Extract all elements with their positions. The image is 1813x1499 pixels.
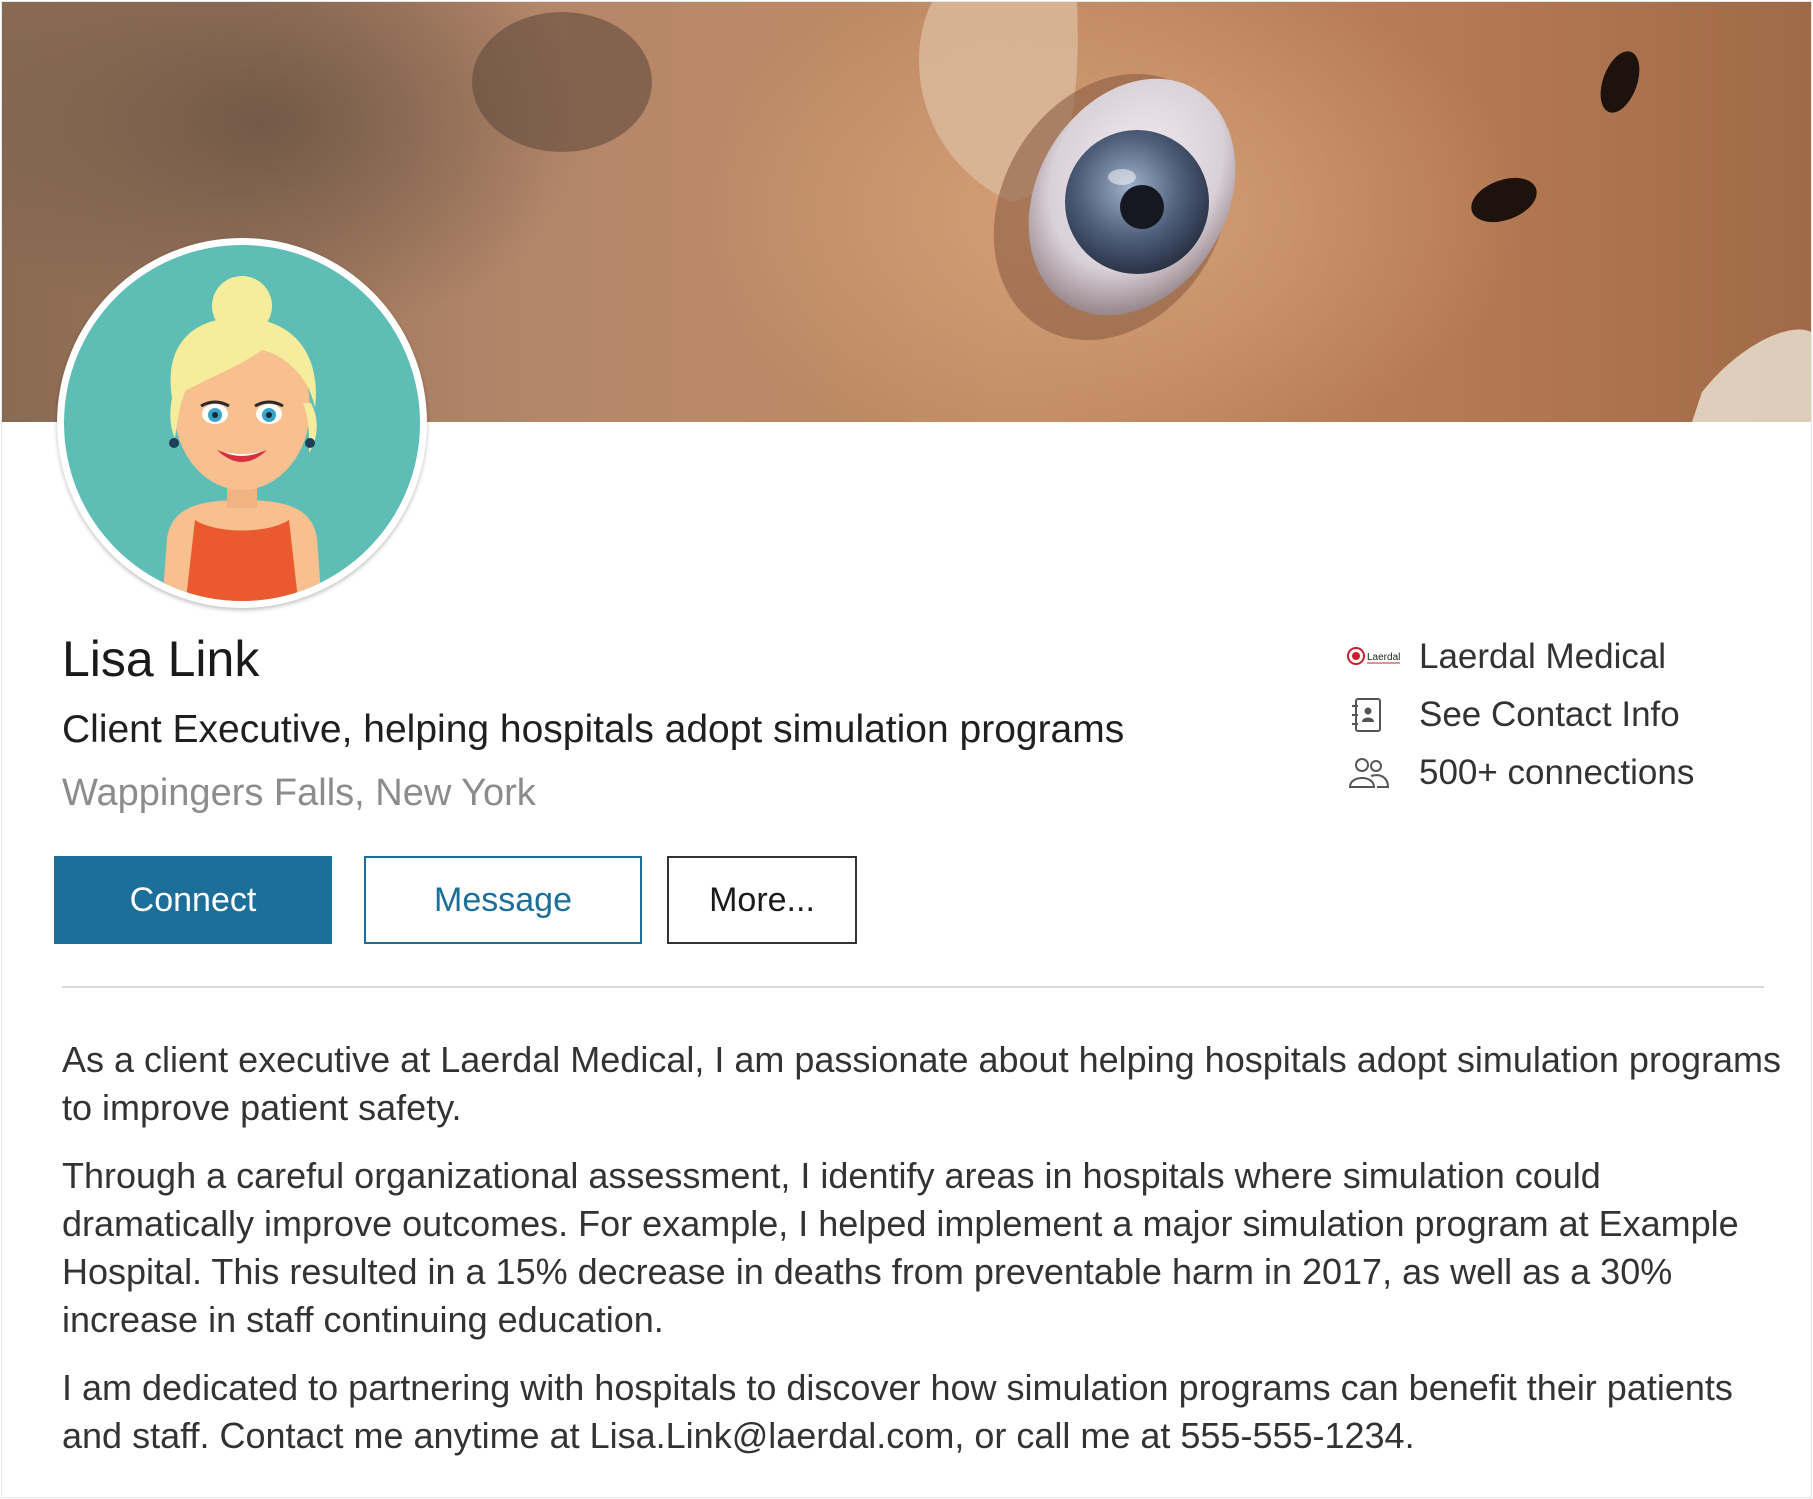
about-paragraph: I am dedicated to partnering with hospit…: [62, 1367, 1733, 1456]
company-name[interactable]: Laerdal Medical: [1419, 637, 1666, 677]
message-button[interactable]: Message: [364, 856, 642, 944]
people-icon: [1347, 750, 1409, 796]
profile-headline: Client Executive, helping hospitals adop…: [62, 708, 1125, 751]
company-link[interactable]: Laerdal Laerdal Medical: [1347, 632, 1666, 682]
profile-name: Lisa Link: [62, 631, 260, 687]
laerdal-logo-text: Laerdal: [1367, 652, 1400, 663]
connections-count[interactable]: 500+ connections: [1419, 753, 1694, 793]
contact-info-link[interactable]: See Contact Info: [1347, 690, 1680, 740]
avatar[interactable]: [57, 238, 427, 608]
connections-link[interactable]: 500+ connections: [1347, 748, 1694, 798]
section-divider: [62, 986, 1764, 988]
about-section: As a client executive at Laerdal Medical…: [62, 1036, 1782, 1480]
profile-card: Lisa Link Client Executive, helping hosp…: [2, 2, 1811, 1497]
contact-info-label[interactable]: See Contact Info: [1419, 695, 1680, 735]
profile-location: Wappingers Falls, New York: [62, 772, 536, 814]
about-paragraph: As a client executive at Laerdal Medical…: [62, 1039, 1781, 1128]
more-button[interactable]: More...: [667, 856, 857, 944]
laerdal-logo: Laerdal: [1347, 634, 1409, 680]
contact-book-icon: [1347, 692, 1409, 738]
connect-button[interactable]: Connect: [54, 856, 332, 944]
about-paragraph: Through a careful organizational assessm…: [62, 1155, 1739, 1340]
